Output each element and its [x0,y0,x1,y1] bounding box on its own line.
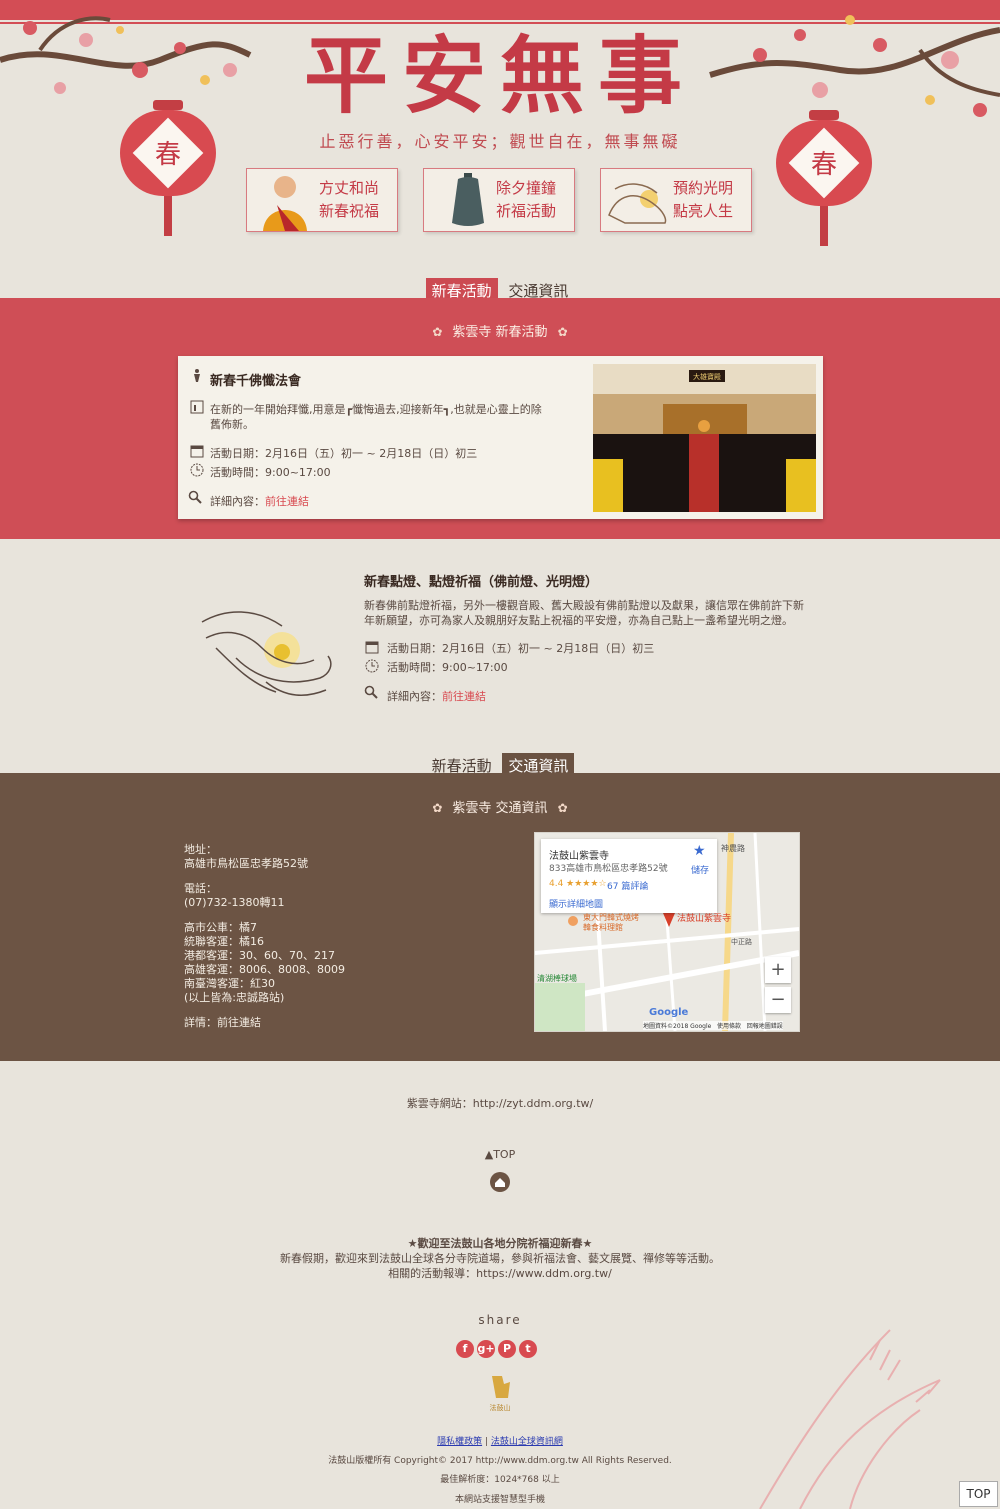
star-icon[interactable]: ★ [693,843,706,859]
welcome-line-1: 新春假期，歡迎來到法鼓山全球各分寺院道場，參與祈福法會、藝文展覽、禪修等等活動。 [280,1252,720,1265]
bee-icon: ✿ [557,801,568,815]
photo-sign: 大雄寶殿 [693,372,721,381]
event-date: 活動日期：2月16日（五）初一 ~ 2月18日（日）初三 [210,447,478,460]
map-poi: 東大門韓式燒烤 韓食料理館 [583,913,639,932]
global-site-link[interactable]: 法鼓山全球資訊網 [491,1437,563,1447]
social-icons: f g+ Pt [456,1337,546,1358]
traffic-band-title: ✿ 紫雲寺 交通資訊 ✿ [0,797,1000,816]
hands-lamp-icon [608,183,667,224]
map-road: 中正路 [731,938,752,946]
card-light-lamp[interactable]: 預約光明 點亮人生 [600,168,752,232]
clock-icon [190,463,204,477]
left-lantern: 春 [120,100,216,236]
hands-lamp-illustration [201,611,332,696]
calendar-icon [365,641,379,654]
detail-label: 詳細內容： [387,690,442,703]
bus-line: 統聯客運：橘16 [184,935,264,948]
phone-label: 電話： [184,882,217,895]
search-icon [188,490,202,504]
address-label: 地址： [184,843,217,856]
traffic-band [0,773,1000,1061]
map-pin-label: 法鼓山紫雲寺 [677,914,732,924]
event-photo: 大雄寶殿 [593,364,816,512]
right-lantern: 春 [776,110,872,246]
phone-value: (07)732-1380轉11 [184,896,285,909]
privacy-link[interactable]: 隱私權政策 [437,1437,482,1447]
bus-line: 高雄客運：8006、8008、8009 [184,963,345,976]
event2-time: 活動時間：9:00~17:00 [387,661,508,674]
bus-line: (以上皆為:忠誠路站) [184,991,285,1004]
band-title-text: 紫雲寺 新春活動 [452,325,548,340]
card-label: 預約光明 點亮人生 [672,179,733,220]
event2-description: 新春佛前點燈祈福，另外一樓觀音殿、舊大殿設有佛前點燈以及獻果，讓信眾在佛前許下新… [364,599,804,627]
welcome-title: ★歡迎至法鼓山各地分院祈福迎新春★ [407,1237,593,1250]
lantern-char: 春 [810,150,837,180]
traffic-info: 地址： 高雄市鳥松區忠孝路52號 電話： (07)732-1380轉11 高市公車：… [184,843,345,1041]
home-icon[interactable] [490,1172,510,1192]
monk-image [263,176,307,231]
event-time: 活動時間：9:00~17:00 [210,466,331,479]
clock-icon [365,659,379,673]
event-title: 新春千佛懺法會 [210,374,302,389]
document-icon [190,400,204,414]
welcome-line-2[interactable]: 相關的活動報導：https://www.ddm.org.tw/ [0,1265,1000,1281]
map-zoom-out[interactable]: − [765,987,791,1013]
bell-icon [452,173,484,226]
fixed-top-button[interactable]: TOP [959,1481,998,1507]
bee-icon: ✿ [432,801,443,815]
link-separator: | [484,1437,489,1447]
plurk-icon[interactable]: P [498,1340,516,1358]
bus-line: 高市公車：橘7 [184,921,257,934]
bus-line: 南臺灣客運：紅30 [184,977,275,990]
bus-line: 港都客運：30、60、70、217 [184,949,335,962]
person-icon [194,369,200,382]
ddm-logo: 法鼓山 [490,1376,511,1412]
twitter-icon[interactable]: t [519,1340,537,1358]
map-google-logo: Google [649,1007,689,1018]
logo-text: 法鼓山 [490,1403,511,1412]
lantern-char: 春 [154,140,181,170]
map-save[interactable]: 儲存 [691,863,709,876]
event2-detail: 詳細內容：前往連結 [387,689,486,704]
card-label: 除夕撞鐘 祈福活動 [495,179,556,220]
event2-date: 活動日期：2月16日（五）初一 ~ 2月18日（日）初三 [387,642,655,655]
band-title-text: 紫雲寺 交通資訊 [452,801,548,816]
temple-website[interactable]: 紫雲寺網站：http://zyt.ddm.org.tw/ [0,1095,1000,1111]
map-place-address: 833高雄市鳥松區忠孝路52號 [549,864,668,874]
card-label: 方丈和尚 新春祝福 [318,179,379,220]
map-larger-map[interactable]: 顯示詳細地圖 [549,897,603,910]
detail-label: 詳細內容： [210,495,265,508]
card-abbot-blessing[interactable]: 方丈和尚 新春祝福 [246,168,398,232]
event2-title: 新春點燈、點燈祈福（佛前燈、光明燈） [364,575,599,590]
map-place-name: 法鼓山紫雲寺 [549,851,609,862]
google-plus-icon[interactable]: g+ [477,1340,495,1358]
address-value: 高雄市鳥松區忠孝路52號 [184,857,308,870]
bee-icon: ✿ [432,325,443,339]
map-reviews[interactable]: 67 篇評論 [607,879,648,892]
reed-decoration [759,1329,941,1509]
event-card-repentance: 新春千佛懺法會 在新的一年開始拜懺,用意是┏懺悔過去,迎接新年┓,也就是心靈上的… [178,356,823,519]
google-map[interactable]: 法鼓山紫雲寺 833高雄市鳥松區忠孝路52號 4.4 ★★★★☆ 67 篇評論 … [534,832,800,1032]
event-description: 在新的一年開始拜懺,用意是┏懺悔過去,迎接新年┓,也就是心靈上的除舊佈新。 [210,403,542,431]
feature-cards: 方丈和尚 新春祝福 除夕撞鐘 祈福活動 預約光明 點亮人生 [246,168,756,234]
detail-link[interactable]: 詳情：前往連結 [184,1016,261,1029]
activity-band-title: ✿ 紫雲寺 新春活動 ✿ [0,321,1000,340]
detail-link[interactable]: 前往連結 [442,690,486,703]
back-to-top-link[interactable]: ▲TOP [0,1148,1000,1161]
map-road: 神農路 [721,844,745,853]
facebook-icon[interactable]: f [456,1340,474,1358]
map-rating: 4.4 ★★★★☆ [549,879,607,889]
map-poi: 清湖棒球場 [537,974,577,983]
map-zoom-in[interactable]: + [765,957,791,983]
map-attribution: 地圖資料©2018 Google 使用條款 回報地圖錯誤 [643,1021,783,1030]
detail-link[interactable]: 前往連結 [265,495,309,508]
card-bell-ringing[interactable]: 除夕撞鐘 祈福活動 [423,168,575,232]
event-detail: 詳細內容：前往連結 [210,494,309,509]
bee-icon: ✿ [557,325,568,339]
search-icon [364,685,378,699]
calendar-icon [190,445,204,458]
